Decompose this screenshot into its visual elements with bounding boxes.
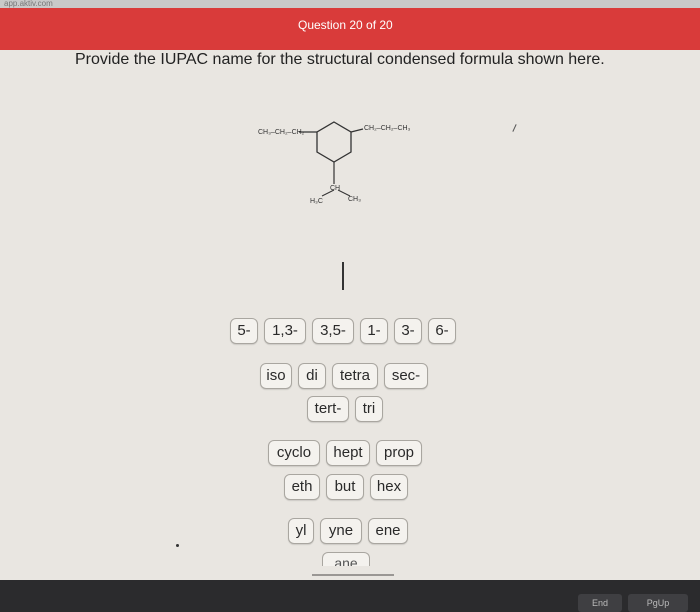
tile-root[interactable]: but [326, 474, 364, 500]
tile-suffix-partial[interactable]: ane [322, 552, 370, 566]
end-key: End [578, 594, 622, 612]
tile-locant[interactable]: 6- [428, 318, 456, 344]
left-chain-label: CH₃–CH₂–CH₂ [258, 129, 305, 136]
pgup-key: PgUp [628, 594, 688, 612]
partial-tile-label: ane [334, 555, 358, 566]
branch-left-label: H₃C [310, 198, 323, 205]
tile-root[interactable]: hept [326, 440, 370, 466]
tile-bank-divider [312, 574, 394, 576]
tile-locant[interactable]: 1- [360, 318, 388, 344]
tile-root[interactable]: eth [284, 474, 320, 500]
cyclohexane-ring [316, 121, 352, 163]
tile-root[interactable]: hex [370, 474, 408, 500]
tile-prefix[interactable]: iso [260, 363, 292, 389]
structure-diagram: CH₃–CH₂–CH₂ CH₂–CH₂–CH₃ CH H₃C CH₃ [258, 121, 411, 205]
branch-right-label: CH₃ [348, 196, 361, 203]
tile-suffix[interactable]: ene [368, 518, 408, 544]
tile-locant[interactable]: 3- [394, 318, 422, 344]
bond-right-chain [350, 128, 364, 133]
tile-root[interactable]: cyclo [268, 440, 320, 466]
tile-prefix[interactable]: tert- [307, 396, 349, 422]
tile-locant[interactable]: 3,5- [312, 318, 354, 344]
tile-prefix[interactable]: di [298, 363, 326, 389]
tile-prefix[interactable]: tetra [332, 363, 378, 389]
right-chain-label: CH₂–CH₂–CH₃ [364, 125, 411, 132]
tile-prefix[interactable]: tri [355, 396, 383, 422]
tile-suffix[interactable]: yl [288, 518, 314, 544]
tile-root[interactable]: prop [376, 440, 422, 466]
tile-locant[interactable]: 1,3- [264, 318, 306, 344]
tile-prefix[interactable]: sec- [384, 363, 428, 389]
tile-suffix[interactable]: yne [320, 518, 362, 544]
tile-locant[interactable]: 5- [230, 318, 258, 344]
branch-ch-label: CH [330, 185, 340, 192]
laptop-keyboard-edge: End PgUp [0, 580, 700, 612]
answer-cursor[interactable] [342, 262, 344, 290]
stray-dot [176, 544, 179, 547]
